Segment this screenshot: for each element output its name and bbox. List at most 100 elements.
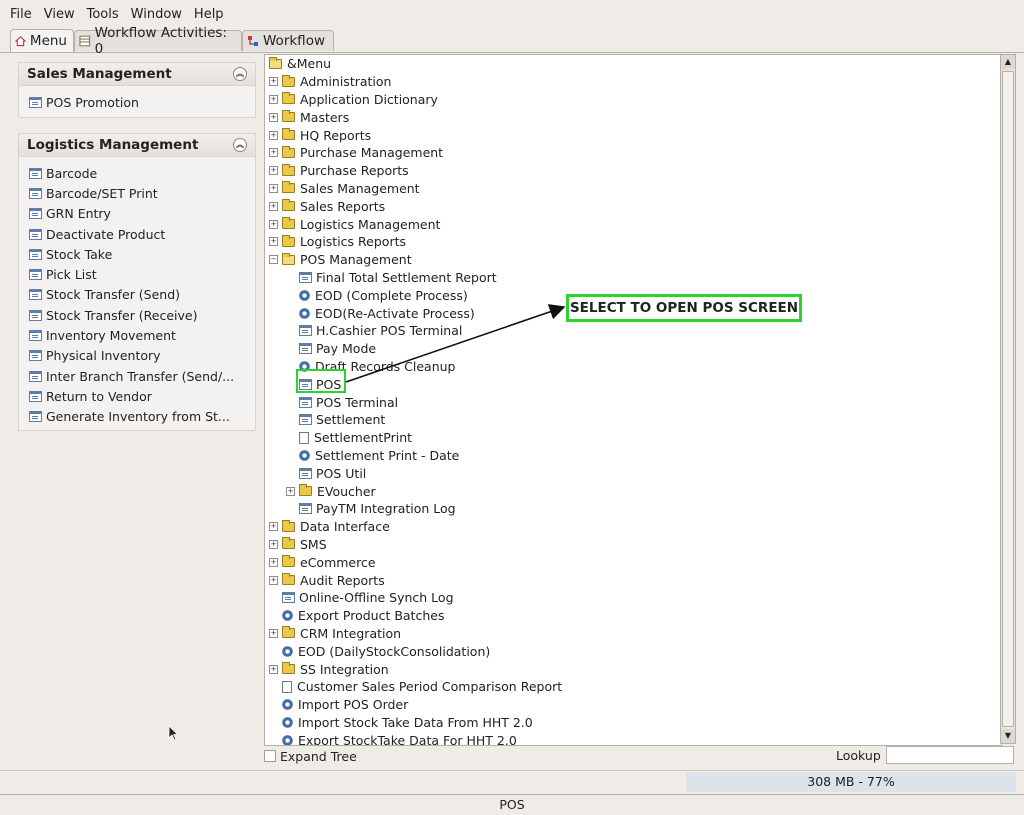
tree-scrollbar[interactable]: ▲ ▼: [1000, 54, 1016, 744]
tree-node[interactable]: + Audit Reports: [269, 571, 385, 589]
favorite-item[interactable]: Return to Vendor: [29, 386, 255, 406]
favorite-item[interactable]: Physical Inventory: [29, 346, 255, 366]
tree-node[interactable]: Import Stock Take Data From HHT 2.0: [269, 714, 533, 732]
expand-icon[interactable]: +: [269, 201, 278, 211]
favorite-item[interactable]: Inter Branch Transfer (Send/...: [29, 366, 255, 386]
menu-view[interactable]: View: [44, 7, 75, 22]
scroll-thumb[interactable]: [1002, 71, 1014, 727]
tree-node[interactable]: H.Cashier POS Terminal: [286, 322, 462, 340]
menu-tools[interactable]: Tools: [87, 7, 119, 22]
memory-indicator[interactable]: 308 MB - 77%: [686, 772, 1016, 792]
tree-node[interactable]: &Menu: [269, 55, 331, 73]
tree-node[interactable]: + HQ Reports: [269, 126, 371, 144]
tree-node[interactable]: PayTM Integration Log: [286, 500, 456, 518]
favorite-item[interactable]: Pick List: [29, 264, 255, 284]
favorite-item[interactable]: Barcode: [29, 163, 255, 183]
expand-icon[interactable]: +: [286, 486, 295, 496]
expand-icon[interactable]: +: [269, 183, 278, 193]
tree-node-label: Settlement: [316, 412, 386, 428]
tree-node[interactable]: EOD(Re-Activate Process): [286, 304, 475, 322]
favorite-item[interactable]: Inventory Movement: [29, 325, 255, 345]
expand-icon[interactable]: +: [269, 219, 278, 229]
tree-node[interactable]: + Masters: [269, 108, 349, 126]
tree-node[interactable]: + Sales Management: [269, 180, 420, 198]
tree-node[interactable]: Export StockTake Data For HHT 2.0: [269, 731, 517, 745]
favorite-item-label: Barcode/SET Print: [46, 185, 158, 201]
menu-file[interactable]: File: [10, 7, 32, 22]
tree-node[interactable]: Customer Sales Period Comparison Report: [269, 678, 562, 696]
tree-node[interactable]: + eCommerce: [269, 553, 376, 571]
tree-node[interactable]: + Administration: [269, 73, 391, 91]
expand-icon[interactable]: +: [269, 94, 278, 104]
tree-node[interactable]: + Purchase Reports: [269, 162, 409, 180]
collapse-icon[interactable]: ︽: [233, 67, 247, 81]
expand-icon[interactable]: +: [269, 130, 278, 140]
expand-icon[interactable]: +: [269, 628, 278, 638]
favorite-item[interactable]: Stock Take: [29, 244, 255, 264]
favorite-item[interactable]: Barcode/SET Print: [29, 183, 255, 203]
tree-node[interactable]: − POS Management: [269, 251, 412, 269]
scroll-up-icon[interactable]: ▲: [1001, 55, 1015, 69]
tree-node[interactable]: + SMS: [269, 536, 327, 554]
tree-node[interactable]: + SS Integration: [269, 660, 389, 678]
favorite-item[interactable]: Stock Transfer (Send): [29, 285, 255, 305]
expand-icon[interactable]: +: [269, 557, 278, 567]
tree-node[interactable]: + Logistics Management: [269, 215, 440, 233]
lookup-input[interactable]: [886, 746, 1014, 764]
tree-node[interactable]: Online-Offline Synch Log: [269, 589, 454, 607]
tab-menu[interactable]: Menu: [10, 29, 74, 52]
tree-node[interactable]: SettlementPrint: [286, 429, 412, 447]
expand-tree-checkbox[interactable]: [264, 750, 276, 762]
favorite-item[interactable]: Stock Transfer (Receive): [29, 305, 255, 325]
tree-node[interactable]: EOD (Complete Process): [286, 286, 468, 304]
favorite-item-label: Physical Inventory: [46, 348, 161, 364]
expand-icon[interactable]: +: [269, 575, 278, 585]
favorite-item-label: Stock Transfer (Receive): [46, 307, 198, 323]
tree-node[interactable]: Settlement: [286, 411, 385, 429]
favorite-item[interactable]: GRN Entry: [29, 204, 255, 224]
tree-node[interactable]: Settlement Print - Date: [286, 447, 459, 465]
tree-node[interactable]: Final Total Settlement Report: [286, 269, 497, 287]
window-icon: [29, 269, 42, 281]
tree-node[interactable]: + Data Interface: [269, 518, 390, 536]
expand-icon[interactable]: +: [269, 237, 278, 247]
tree-node[interactable]: + CRM Integration: [269, 625, 401, 643]
expand-icon[interactable]: +: [269, 166, 278, 176]
menu-window[interactable]: Window: [131, 7, 182, 22]
tree-node[interactable]: POS Util: [286, 464, 366, 482]
tree-node[interactable]: Pay Mode: [286, 340, 376, 358]
tree-node-label: POS Terminal: [316, 394, 399, 410]
tree-node[interactable]: + Sales Reports: [269, 197, 385, 215]
tree-node[interactable]: + Logistics Reports: [269, 233, 406, 251]
favorite-item[interactable]: Deactivate Product: [29, 224, 255, 244]
tree-node[interactable]: + Application Dictionary: [269, 91, 438, 109]
scroll-down-icon[interactable]: ▼: [1001, 729, 1015, 743]
tree-node[interactable]: Import POS Order: [269, 696, 408, 714]
expand-icon[interactable]: +: [269, 148, 278, 158]
collapse-icon[interactable]: ︽: [233, 138, 247, 152]
favorite-item[interactable]: Generate Inventory from St...: [29, 407, 255, 427]
tree-node[interactable]: POS Terminal: [286, 393, 398, 411]
tree-node[interactable]: + EVoucher: [286, 482, 376, 500]
expand-icon[interactable]: +: [269, 77, 278, 87]
tree-node[interactable]: + Purchase Management: [269, 144, 443, 162]
window-icon: [29, 187, 42, 199]
sales-panel-header[interactable]: Sales Management ︽: [19, 63, 255, 86]
menu-tree[interactable]: &Menu + Administration + Application Diction…: [264, 54, 1002, 746]
menu-help[interactable]: Help: [194, 7, 224, 22]
folder-icon: [282, 519, 295, 532]
tree-node[interactable]: Export Product Batches: [269, 607, 444, 625]
tab-workflow-activities[interactable]: Workflow Activities: 0: [74, 25, 242, 57]
favorite-item[interactable]: POS Promotion: [29, 92, 255, 112]
logistics-panel-header[interactable]: Logistics Management ︽: [19, 134, 255, 157]
expand-icon[interactable]: +: [269, 664, 278, 674]
tab-workflow[interactable]: Workflow: [242, 30, 334, 51]
collapse-node-icon[interactable]: −: [269, 255, 278, 265]
logistics-management-panel: Logistics Management ︽ Barcode Barcode/SE…: [18, 133, 256, 431]
folder-icon: [299, 484, 312, 497]
expand-icon[interactable]: +: [269, 112, 278, 122]
tree-node[interactable]: EOD (DailyStockConsolidation): [269, 642, 490, 660]
expand-icon[interactable]: +: [269, 522, 278, 532]
expand-icon[interactable]: +: [269, 539, 278, 549]
window-icon: [299, 325, 312, 337]
